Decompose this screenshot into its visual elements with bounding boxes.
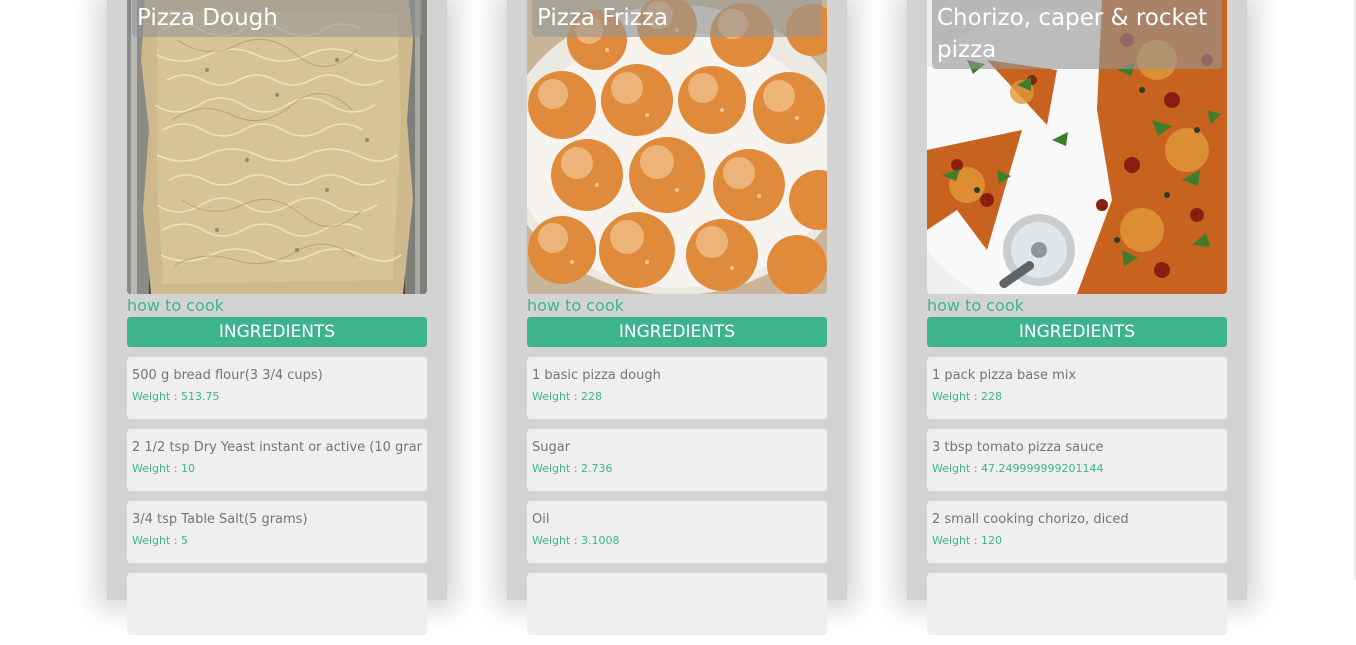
ingredient-item: 2 1/2 tsp Dry Yeast instant or active (1… bbox=[127, 429, 427, 491]
ingredients-heading: INGREDIENTS bbox=[127, 317, 427, 347]
recipe-title: Pizza Frizza bbox=[532, 0, 822, 37]
how-to-cook-link[interactable]: how to cook bbox=[127, 296, 427, 316]
ingredient-item: 1 basic pizza dough Weight : 228 bbox=[527, 357, 827, 419]
ingredient-item bbox=[127, 573, 427, 635]
ingredient-weight: Weight : 47.249999999201144 bbox=[932, 462, 1104, 475]
pizza-frizza-image bbox=[527, 0, 827, 294]
ingredients-heading: INGREDIENTS bbox=[927, 317, 1227, 347]
recipe-photo[interactable]: Pizza Dough bbox=[127, 0, 427, 294]
recipe-title: Chorizo, caper & rocket pizza bbox=[932, 0, 1222, 69]
recipe-card-chorizo-pizza: Chorizo, caper & rocket pizza how to coo… bbox=[907, 0, 1247, 635]
ingredient-item: Sugar Weight : 2.736 bbox=[527, 429, 827, 491]
ingredient-item: Oil Weight : 3.1008 bbox=[527, 501, 827, 563]
ingredient-weight: Weight : 2.736 bbox=[532, 462, 613, 475]
ingredients-heading: INGREDIENTS bbox=[527, 317, 827, 347]
ingredients-list: 500 g bread flour(3 3/4 cups) Weight : 5… bbox=[127, 357, 427, 635]
ingredient-name: Sugar bbox=[532, 440, 571, 455]
recipe-card-pizza-dough: Pizza Dough how to cook INGREDIENTS 500 … bbox=[107, 0, 447, 635]
recipe-title: Pizza Dough bbox=[132, 0, 422, 37]
ingredient-item: 2 small cooking chorizo, diced Weight : … bbox=[927, 501, 1227, 563]
ingredient-name: 1 basic pizza dough bbox=[532, 368, 661, 383]
ingredient-item bbox=[927, 573, 1227, 635]
ingredient-weight: Weight : 513.75 bbox=[132, 390, 220, 403]
recipe-photo[interactable]: Chorizo, caper & rocket pizza bbox=[927, 0, 1227, 294]
pizza-dough-image bbox=[127, 0, 427, 294]
how-to-cook-link[interactable]: how to cook bbox=[927, 296, 1227, 316]
ingredient-weight: Weight : 228 bbox=[932, 390, 1003, 403]
ingredient-name: 3/4 tsp Table Salt(5 grams) bbox=[132, 512, 308, 527]
ingredient-name: Oil bbox=[532, 512, 550, 527]
recipe-card-pizza-frizza: Pizza Frizza how to cook INGREDIENTS 1 b… bbox=[507, 0, 847, 635]
ingredient-weight: Weight : 5 bbox=[132, 534, 189, 547]
ingredient-weight: Weight : 3.1008 bbox=[532, 534, 620, 547]
ingredient-name: 500 g bread flour(3 3/4 cups) bbox=[132, 368, 323, 383]
ingredients-list: 1 basic pizza dough Weight : 228 Sugar W… bbox=[527, 357, 827, 635]
ingredient-item: 1 pack pizza base mix Weight : 228 bbox=[927, 357, 1227, 419]
ingredients-list: 1 pack pizza base mix Weight : 228 3 tbs… bbox=[927, 357, 1227, 635]
recipe-photo[interactable]: Pizza Frizza bbox=[527, 0, 827, 294]
how-to-cook-link[interactable]: how to cook bbox=[527, 296, 827, 316]
ingredient-item: 3 tbsp tomato pizza sauce Weight : 47.24… bbox=[927, 429, 1227, 491]
ingredient-weight: Weight : 228 bbox=[532, 390, 603, 403]
ingredient-weight: Weight : 120 bbox=[932, 534, 1003, 547]
ingredient-name: 2 1/2 tsp Dry Yeast instant or active (1… bbox=[132, 440, 422, 455]
ingredient-item: 3/4 tsp Table Salt(5 grams) Weight : 5 bbox=[127, 501, 427, 563]
ingredient-item bbox=[527, 573, 827, 635]
ingredient-name: 3 tbsp tomato pizza sauce bbox=[932, 440, 1104, 455]
ingredient-name: 1 pack pizza base mix bbox=[932, 368, 1077, 383]
ingredient-item: 500 g bread flour(3 3/4 cups) Weight : 5… bbox=[127, 357, 427, 419]
ingredient-name: 2 small cooking chorizo, diced bbox=[932, 512, 1129, 527]
ingredient-weight: Weight : 10 bbox=[132, 462, 196, 475]
